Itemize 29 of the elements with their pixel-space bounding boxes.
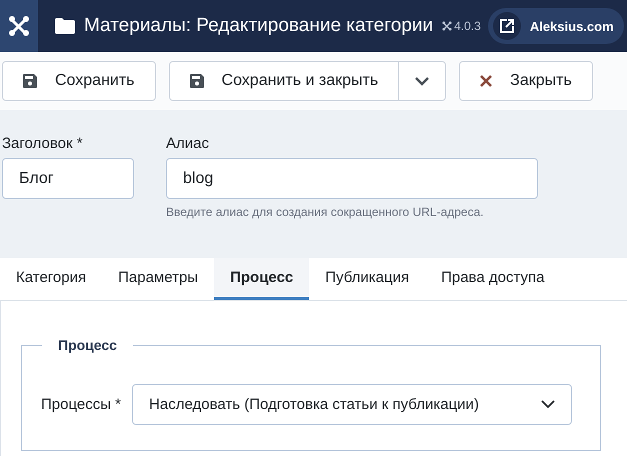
workflow-select[interactable]: Наследовать (Подготовка статьи к публикации) — [132, 384, 572, 425]
text-field[interactable]: Блог — [2, 158, 134, 199]
field-label: Заголовок * — [2, 135, 84, 152]
tab[interactable]: Публикация — [309, 258, 426, 300]
save-icon — [190, 74, 204, 88]
save-button[interactable]: Сохранить — [2, 61, 156, 101]
tab[interactable]: Права доступа — [425, 258, 560, 300]
field-label: Процессы * — [41, 396, 122, 413]
page-title: Материалы: Редактирование категории — [84, 15, 434, 37]
tab[interactable]: Категория — [0, 258, 102, 300]
logo-icon[interactable] — [0, 0, 38, 52]
save-icon — [23, 74, 37, 88]
folder-icon — [55, 18, 75, 34]
text-field[interactable]: blog — [166, 158, 538, 199]
external-link-icon — [492, 12, 521, 40]
field-hint: Введите алиас для создания сокращенного URL-адреса. — [166, 205, 485, 219]
tab[interactable]: Процесс — [214, 258, 310, 300]
joomla-icon — [442, 21, 452, 31]
tab[interactable]: Параметры — [102, 258, 214, 300]
version-label: 4.0.3 — [454, 19, 481, 33]
chevron-down-icon — [415, 76, 430, 86]
dropdown-toggle[interactable] — [398, 61, 446, 101]
fieldset-legend: Процесс — [42, 337, 133, 353]
field-label: Алиас — [166, 135, 210, 152]
close-icon — [480, 75, 492, 87]
save-button[interactable]: Сохранить и закрыть — [168, 61, 400, 101]
site-link[interactable]: Aleksius.com — [488, 8, 624, 44]
chevron-down-icon — [541, 400, 556, 409]
close-button[interactable]: Закрыть — [459, 61, 593, 101]
